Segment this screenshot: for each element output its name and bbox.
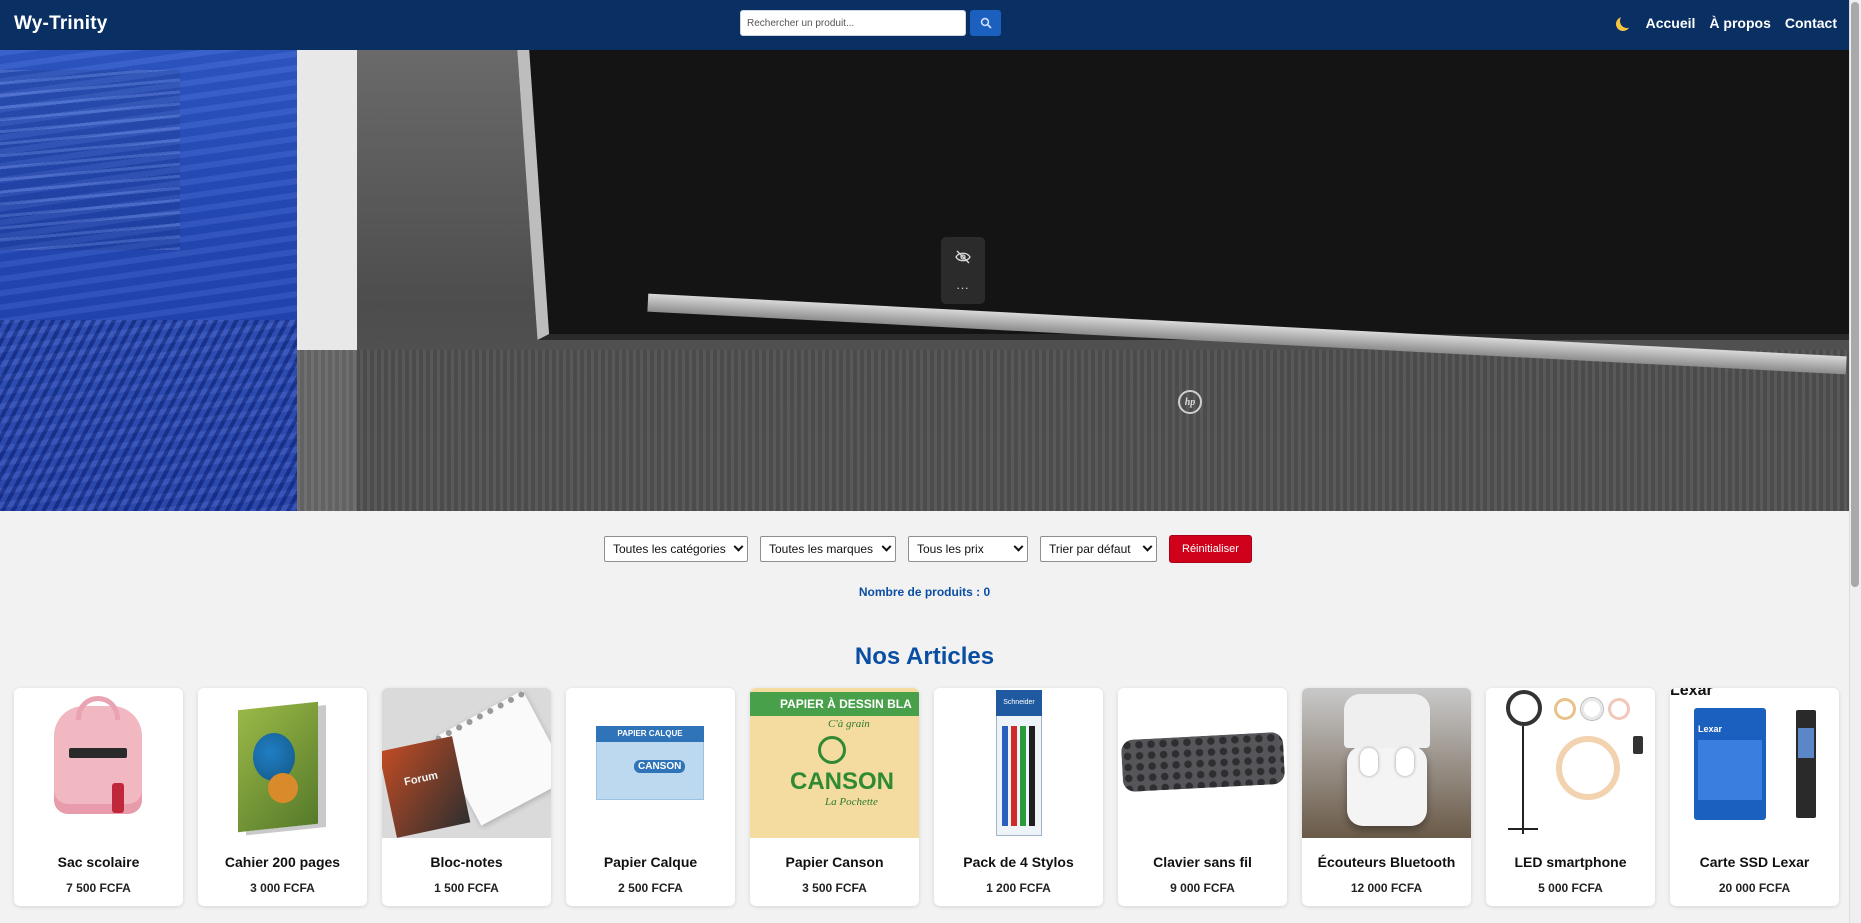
product-image-earbuds (1302, 688, 1471, 838)
product-price: 3 500 FCFA (802, 881, 867, 895)
filter-bar: Toutes les catégories Toutes les marques… (604, 535, 1252, 563)
product-price: 1 200 FCFA (986, 881, 1051, 895)
product-image-ssd: Lexar Lexar (1670, 688, 1839, 838)
nav-link-accueil[interactable]: Accueil (1646, 15, 1696, 31)
eye-off-icon[interactable] (955, 250, 971, 264)
page-scrollbar[interactable] (1849, 0, 1861, 923)
product-image-ring-light (1486, 688, 1655, 838)
product-name: Bloc-notes (430, 854, 503, 870)
product-card[interactable]: Schneider Pack de 4 Stylos 1 200 FCFA (934, 688, 1103, 906)
chevron-down-icon (733, 541, 744, 552)
hp-logo: hp (1178, 390, 1202, 414)
product-card[interactable]: PAPIER À DESSIN BLA C'à grain CANSON La … (750, 688, 919, 906)
product-name: Carte SSD Lexar (1699, 854, 1810, 870)
search-input[interactable] (740, 10, 966, 36)
product-name: Écouteurs Bluetooth (1317, 854, 1456, 870)
more-options-icon[interactable]: ... (956, 279, 969, 291)
product-image-backpack (14, 688, 183, 838)
search-icon (980, 17, 992, 29)
product-price: 3 000 FCFA (250, 881, 315, 895)
product-card[interactable]: PAPIER CALQUE CANSON Papier Calque 2 500… (566, 688, 735, 906)
product-card[interactable]: Lexar Lexar Carte SSD Lexar 20 000 FCFA (1670, 688, 1839, 906)
product-card[interactable]: Écouteurs Bluetooth 12 000 FCFA (1302, 688, 1471, 906)
product-image-keyboard (1118, 688, 1287, 838)
product-name: Cahier 200 pages (224, 854, 341, 870)
product-name: Papier Calque (603, 854, 698, 870)
search-bar (740, 10, 1001, 36)
product-name: Clavier sans fil (1153, 854, 1252, 870)
category-select[interactable]: Toutes les catégories (604, 536, 748, 562)
nav-link-contact[interactable]: Contact (1785, 15, 1837, 31)
brand-logo[interactable]: Wy-Trinity (14, 13, 108, 35)
top-navbar: Wy-Trinity Accueil À propos Contact (0, 0, 1849, 50)
product-image-pens-pack: Schneider (934, 688, 1103, 838)
reset-button[interactable]: Réinitialiser (1169, 535, 1252, 563)
nav-link-a-propos[interactable]: À propos (1709, 15, 1770, 31)
product-price: 5 000 FCFA (1538, 881, 1603, 895)
moon-icon[interactable] (1620, 14, 1634, 28)
product-card[interactable]: LED smartphone 5 000 FCFA (1486, 688, 1655, 906)
product-image-tracing-paper: PAPIER CALQUE CANSON (566, 688, 735, 838)
main-nav: Accueil À propos Contact (1616, 15, 1837, 31)
product-card[interactable]: Clavier sans fil 9 000 FCFA (1118, 688, 1287, 906)
product-image-canson-paper: PAPIER À DESSIN BLA C'à grain CANSON La … (750, 688, 919, 838)
product-price: 12 000 FCFA (1350, 881, 1423, 895)
hide-overlay-widget[interactable]: ... (941, 237, 985, 304)
product-grid: Sac scolaire 7 500 FCFA Cahier 200 pages… (14, 688, 1839, 906)
product-image-notebook-200 (198, 688, 367, 838)
brand-select[interactable]: Toutes les marques (760, 536, 896, 562)
chevron-down-icon (881, 541, 892, 552)
product-card[interactable]: Sac scolaire 7 500 FCFA (14, 688, 183, 906)
product-price: 1 500 FCFA (434, 881, 499, 895)
product-count: Nombre de produits : 0 (858, 585, 991, 599)
section-title: Nos Articles (854, 643, 995, 670)
product-name: LED smartphone (1514, 854, 1627, 870)
product-price: 20 000 FCFA (1718, 881, 1791, 895)
hero-banner: hp ... (0, 50, 1849, 511)
sort-select[interactable]: Trier par défaut (1040, 536, 1157, 562)
product-card[interactable]: Cahier 200 pages 3 000 FCFA (198, 688, 367, 906)
product-image-notepad: Forum (382, 688, 551, 838)
product-card[interactable]: Forum Bloc-notes 1 500 FCFA (382, 688, 551, 906)
product-name: Pack de 4 Stylos (963, 854, 1074, 870)
product-price: 9 000 FCFA (1170, 881, 1235, 895)
price-select[interactable]: Tous les prix (908, 536, 1028, 562)
chevron-down-icon (1013, 541, 1024, 552)
chevron-down-icon (1142, 541, 1153, 552)
product-name: Papier Canson (785, 854, 884, 870)
product-price: 7 500 FCFA (66, 881, 131, 895)
hero-stationery-image (0, 50, 297, 511)
scrollbar-thumb[interactable] (1851, 2, 1859, 587)
search-button[interactable] (970, 10, 1001, 36)
hero-laptop-image (297, 50, 1849, 511)
product-name: Sac scolaire (57, 854, 140, 870)
product-price: 2 500 FCFA (618, 881, 683, 895)
